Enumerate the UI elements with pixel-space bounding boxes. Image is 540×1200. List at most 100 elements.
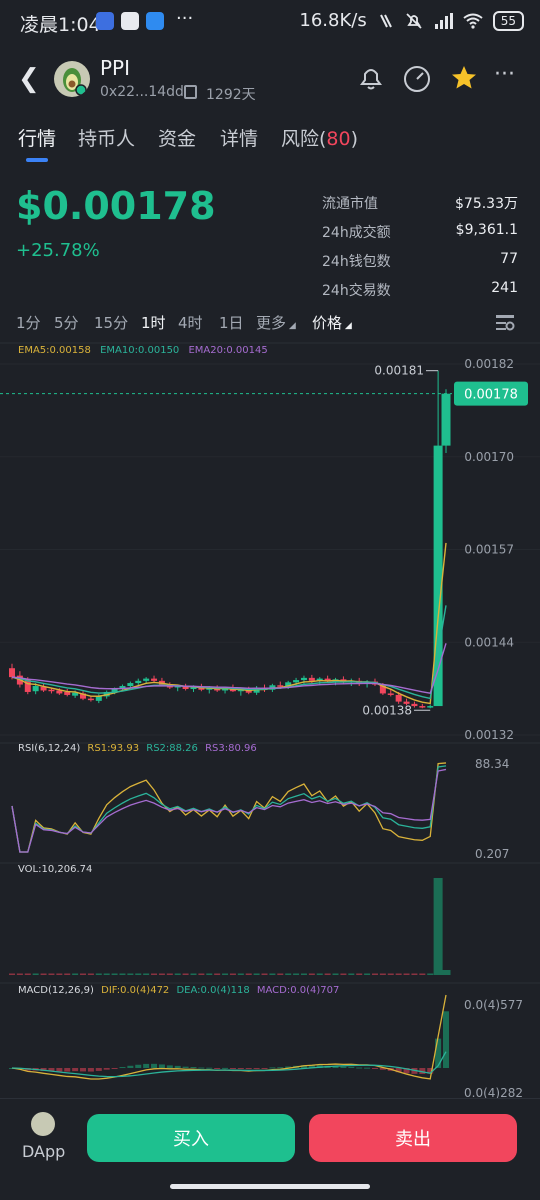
candle-body <box>427 706 434 708</box>
tab-risk-label: 风险( <box>281 128 327 150</box>
interval-15m[interactable]: 15分 <box>94 312 128 333</box>
volume-layer <box>9 878 451 975</box>
interval-1d[interactable]: 1日 <box>219 312 244 333</box>
volume-bar <box>237 973 244 975</box>
status-time: 凌晨1:04 <box>20 14 101 36</box>
volume-bar <box>174 973 181 975</box>
wifi-icon <box>463 13 483 29</box>
price-mode[interactable]: 价格 ◢ <box>312 312 352 333</box>
macd-bar <box>95 1068 102 1071</box>
tab-holders[interactable]: 持币人 <box>78 124 135 151</box>
interval-1h[interactable]: 1时 <box>141 312 166 333</box>
candle-body <box>127 683 134 687</box>
macd-bar <box>174 1065 181 1068</box>
volume-bar <box>253 973 260 975</box>
rsi3-label: RS3:80.96 <box>205 743 257 754</box>
macd-bar <box>119 1067 126 1069</box>
volume-bar <box>433 878 443 975</box>
macd-bar <box>158 1064 165 1068</box>
chart-grid <box>0 342 540 984</box>
macd-bar <box>127 1065 134 1068</box>
tab-details[interactable]: 详情 <box>220 124 258 151</box>
candle-body <box>32 686 39 692</box>
volume-bar <box>348 973 355 975</box>
y-axis-label: 0.00157 <box>464 543 514 557</box>
volume-bar <box>364 973 371 975</box>
macd-bar <box>56 1068 63 1072</box>
volume-bar <box>135 973 142 975</box>
candle-body <box>441 393 451 446</box>
stat-label-volume: 24h成交额 <box>322 225 391 241</box>
interval-more[interactable]: 更多 ◢ <box>256 312 296 333</box>
macd-bar <box>222 1067 229 1069</box>
volume-bar <box>48 973 55 975</box>
candle-body <box>387 693 394 695</box>
vol-legend: VOL:10,206.74 <box>18 864 93 875</box>
sell-button[interactable]: 卖出 <box>309 1114 517 1162</box>
volume-bar <box>419 973 426 975</box>
y-axis-label: 0.00144 <box>464 635 514 649</box>
interval-5m[interactable]: 5分 <box>54 312 79 333</box>
volume-bar <box>222 973 229 975</box>
volume-bar <box>300 973 307 975</box>
dif-label: DIF:0.0(4)472 <box>101 985 170 996</box>
volume-bar <box>293 973 300 975</box>
signal-icon <box>434 12 453 29</box>
macd-line <box>11 994 447 1080</box>
candle-body <box>411 703 418 707</box>
star-favorite-icon[interactable] <box>450 64 478 92</box>
volume-bar <box>9 973 15 975</box>
dapp-label[interactable]: DApp <box>22 1142 65 1161</box>
chart-settings-icon[interactable] <box>494 313 516 333</box>
token-logo <box>54 61 90 97</box>
volume-bar <box>111 973 118 975</box>
speedometer-icon[interactable] <box>402 64 432 94</box>
stat-label-trades: 24h交易数 <box>322 283 391 299</box>
tab-risk[interactable]: 风险(80) <box>281 124 358 151</box>
macd-bar <box>72 1068 79 1072</box>
macd-bar <box>245 1068 252 1069</box>
mute-bell-icon <box>406 12 422 29</box>
volume-bar <box>56 973 63 975</box>
macd-bar <box>435 1038 442 1068</box>
avocado-logo-icon <box>63 68 87 96</box>
rsi1-label: RS1:93.93 <box>87 743 140 754</box>
macd-bar <box>111 1068 118 1069</box>
tab-risk-suffix: ) <box>350 128 359 150</box>
more-notifications-icon: ··· <box>176 8 194 29</box>
candle-body <box>95 696 102 701</box>
volume-bar <box>166 973 173 975</box>
volume-bar <box>387 973 394 975</box>
more-menu-icon[interactable]: ··· <box>494 62 515 87</box>
tab-funds[interactable]: 资金 <box>158 124 196 151</box>
macd-legend: MACD(12,26,9) DIF:0.0(4)472 DEA:0.0(4)11… <box>18 985 339 996</box>
dropdown-triangle-icon: ◢ <box>342 321 352 331</box>
home-indicator[interactable] <box>170 1184 370 1189</box>
interval-1m[interactable]: 1分 <box>16 312 41 333</box>
back-button[interactable]: ❮ <box>18 64 40 94</box>
macd-bar <box>206 1067 213 1069</box>
dapp-icon[interactable] <box>31 1112 55 1136</box>
volume-bar <box>64 973 71 975</box>
macd-bar <box>237 1068 244 1069</box>
buy-button-label: 买入 <box>173 1129 209 1150</box>
volume-bar <box>340 973 347 975</box>
candle-body <box>135 680 142 684</box>
macd-bar <box>143 1063 150 1068</box>
candle-body <box>293 680 300 683</box>
tab-market[interactable]: 行情 <box>18 124 56 151</box>
candle-body <box>64 691 71 695</box>
volume-bar <box>269 973 276 975</box>
macd-bar <box>103 1068 110 1070</box>
volume-bar <box>16 973 23 975</box>
volume-bar <box>103 973 110 975</box>
bell-icon[interactable] <box>358 64 384 92</box>
interval-4h[interactable]: 4时 <box>178 312 203 333</box>
volume-bar <box>371 973 378 975</box>
price-mode-label: 价格 <box>312 314 343 332</box>
copy-icon[interactable] <box>184 85 197 99</box>
buy-button[interactable]: 买入 <box>87 1114 295 1162</box>
volume-bar <box>379 973 386 975</box>
status-right: 16.8K/s 55 <box>299 10 524 31</box>
token-title: PPI <box>100 56 131 80</box>
